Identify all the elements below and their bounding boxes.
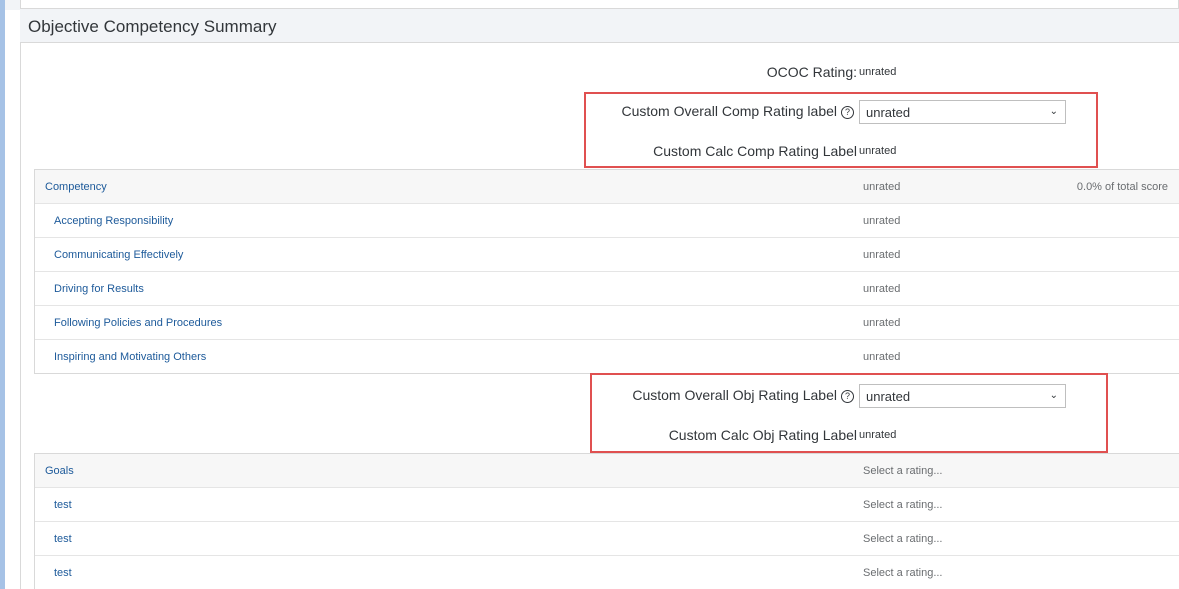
competency-table: Competency unrated 0.0% of total score A… xyxy=(34,169,1179,374)
goals-header-link[interactable]: Goals xyxy=(45,465,74,477)
competency-link[interactable]: Accepting Responsibility xyxy=(54,215,173,227)
table-row: Communicating Effectively unrated xyxy=(35,237,1179,271)
competency-link[interactable]: Inspiring and Motivating Others xyxy=(54,351,206,363)
obj-overall-rating-select-value: unrated xyxy=(866,389,911,404)
competency-header-link[interactable]: Competency xyxy=(45,181,107,193)
left-rail xyxy=(0,0,5,589)
competency-link[interactable]: Communicating Effectively xyxy=(54,249,183,261)
chevron-down-icon: ⌄ xyxy=(1049,106,1058,117)
table-row: test Select a rating... xyxy=(35,555,1179,589)
goals-header-row: Goals Select a rating... xyxy=(35,453,1179,487)
goals-header-rating[interactable]: Select a rating... xyxy=(863,465,943,477)
previous-section-card xyxy=(20,0,1179,9)
comp-overall-rating-label-text: Custom Overall Comp Rating label xyxy=(621,103,837,119)
obj-overall-rating-label: Custom Overall Obj Rating Label? xyxy=(560,387,854,403)
table-row: Inspiring and Motivating Others unrated xyxy=(35,339,1179,373)
obj-calc-rating-value: unrated xyxy=(859,429,897,441)
table-row: Driving for Results unrated xyxy=(35,271,1179,305)
competency-link[interactable]: Following Policies and Procedures xyxy=(54,317,222,329)
chevron-down-icon: ⌄ xyxy=(1049,390,1058,401)
goal-link[interactable]: test xyxy=(54,499,72,511)
comp-calc-rating-value: unrated xyxy=(859,145,897,157)
competency-score-percent: 0.0% of total score xyxy=(1076,181,1168,193)
competency-rating: unrated xyxy=(863,317,901,329)
section-header: Objective Competency Summary xyxy=(20,10,1179,43)
goal-link[interactable]: test xyxy=(54,533,72,545)
goal-link[interactable]: test xyxy=(54,567,72,579)
goals-table: Goals Select a rating... test Select a r… xyxy=(34,453,1179,589)
ococ-rating-value: unrated xyxy=(859,66,897,78)
help-circle-icon[interactable]: ? xyxy=(841,390,854,403)
help-circle-icon[interactable]: ? xyxy=(841,106,854,119)
section-title: Objective Competency Summary xyxy=(28,17,277,36)
competency-rating: unrated xyxy=(863,351,901,363)
obj-overall-rating-select[interactable]: unrated ⌄ xyxy=(859,384,1066,408)
comp-calc-rating-label: Custom Calc Comp Rating Label xyxy=(653,143,857,159)
goal-rating-select[interactable]: Select a rating... xyxy=(863,533,943,545)
competency-rating: unrated xyxy=(863,249,901,261)
obj-overall-rating-label-text: Custom Overall Obj Rating Label xyxy=(632,387,837,403)
goal-rating-select[interactable]: Select a rating... xyxy=(863,567,943,579)
table-row: Accepting Responsibility unrated xyxy=(35,203,1179,237)
competency-rating: unrated xyxy=(863,215,901,227)
ococ-rating-label: OCOC Rating: xyxy=(766,64,857,80)
table-row: Following Policies and Procedures unrate… xyxy=(35,305,1179,339)
competency-header-rating: unrated xyxy=(863,181,901,193)
competency-rating: unrated xyxy=(863,283,901,295)
table-row: test Select a rating... xyxy=(35,521,1179,555)
competency-header-row: Competency unrated 0.0% of total score xyxy=(35,169,1179,203)
comp-overall-rating-label: Custom Overall Comp Rating label? xyxy=(560,103,854,119)
competency-link[interactable]: Driving for Results xyxy=(54,283,144,295)
comp-overall-rating-select-value: unrated xyxy=(866,105,911,120)
table-row: test Select a rating... xyxy=(35,487,1179,521)
obj-calc-rating-label: Custom Calc Obj Rating Label xyxy=(668,427,857,443)
comp-overall-rating-select[interactable]: unrated ⌄ xyxy=(859,100,1066,124)
goal-rating-select[interactable]: Select a rating... xyxy=(863,499,943,511)
